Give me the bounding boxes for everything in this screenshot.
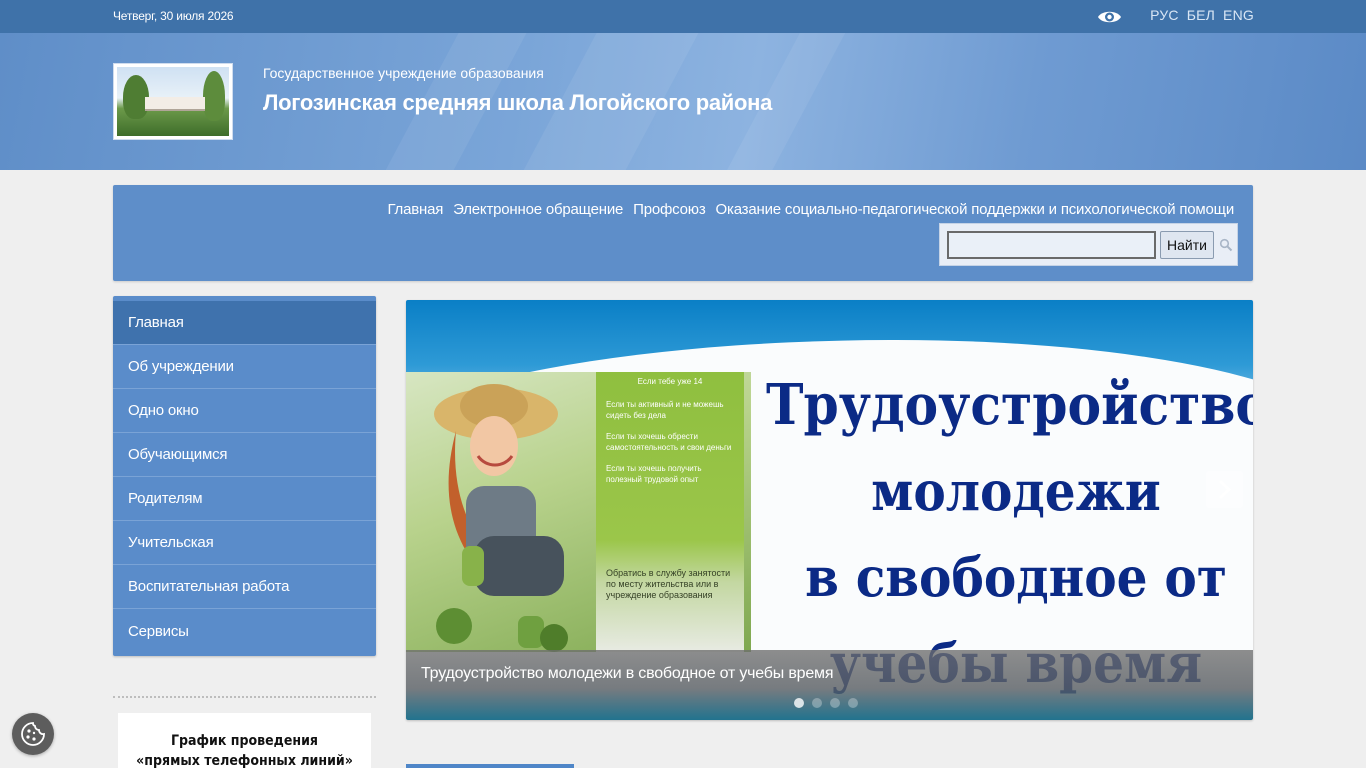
slide-photo: Если тебе уже 14 Если ты активный и не м… (406, 372, 751, 652)
slider-dot[interactable] (848, 698, 858, 708)
top-bar: Четверг, 30 июля 2026 РУС БЕЛ ENG (0, 0, 1366, 33)
panel-note: Обратись в службу занятости по месту жит… (606, 568, 731, 600)
sidebar-item-label: Воспитательная работа (128, 578, 290, 595)
nav-link-home[interactable]: Главная (387, 201, 443, 218)
panel-text-1: Если ты активный и не можешь сидеть без … (606, 400, 724, 420)
slide-caption[interactable]: Трудоустройство молодежи в свободное от … (406, 650, 1253, 720)
woman-gardening-image (434, 384, 568, 652)
panel-text-2: Если ты хочешь обрести самостоятельность… (606, 432, 732, 452)
lang-by[interactable]: БЕЛ (1187, 7, 1215, 23)
language-switcher: РУС БЕЛ ENG (1150, 7, 1254, 23)
eye-icon[interactable] (1097, 8, 1122, 26)
slider-dot[interactable] (812, 698, 822, 708)
search-icon[interactable] (1219, 238, 1233, 252)
school-logo[interactable] (113, 63, 233, 140)
panel-text-3: Если ты хочешь получить полезный трудово… (606, 464, 702, 484)
sidebar-item-label: Сервисы (128, 622, 189, 640)
lang-ru[interactable]: РУС (1150, 7, 1179, 23)
lang-en[interactable]: ENG (1223, 7, 1254, 23)
news-slider[interactable]: Если тебе уже 14 Если ты активный и не м… (406, 300, 1253, 720)
search-button[interactable]: Найти (1160, 231, 1214, 259)
sidebar-item-label: Одно окно (128, 402, 199, 419)
sidebar-item-about[interactable]: Об учреждении (113, 345, 376, 389)
main-navigation: Главная Электронное обращение Профсоюз О… (113, 185, 1253, 281)
nav-link-e-appeal[interactable]: Электронное обращение (453, 201, 623, 218)
sidebar-item-label: Родителям (128, 490, 203, 507)
sidebar-item-home[interactable]: Главная (113, 301, 376, 345)
sidebar-menu: Главная Об учреждении Одно окно Обучающи… (113, 296, 376, 656)
nav-link-trade-union[interactable]: Профсоюз (633, 201, 706, 218)
sidebar-item-label: Учительская (128, 534, 214, 551)
sidebar-item-upbringing[interactable]: Воспитательная работа (113, 565, 376, 609)
sidebar-item-parents[interactable]: Родителям (113, 477, 376, 521)
sidebar-item-teachers[interactable]: Учительская (113, 521, 376, 565)
slider-dot[interactable] (830, 698, 840, 708)
cookie-settings-button[interactable] (12, 713, 54, 755)
chevron-right-icon (1219, 480, 1232, 499)
section-tab[interactable] (406, 764, 574, 768)
slide-caption-text[interactable]: Трудоустройство молодежи в свободное от … (421, 665, 833, 683)
slide-info-panel: Если тебе уже 14 Если ты активный и не м… (596, 372, 744, 652)
search-box: Найти (939, 223, 1238, 266)
nav-link-social-support[interactable]: Оказание социально-педагогической поддер… (716, 201, 1235, 218)
sidebar-item-students[interactable]: Обучающимся (113, 433, 376, 477)
site-subtitle: Государственное учреждение образования (263, 65, 544, 81)
cookie-icon (21, 722, 45, 746)
current-date: Четверг, 30 июля 2026 (113, 9, 234, 23)
sidebar-item-label: Главная (128, 314, 184, 331)
nav-links: Главная Электронное обращение Профсоюз О… (387, 201, 1234, 218)
slider-dots (794, 698, 858, 708)
sidebar-divider (113, 696, 376, 698)
slide-headline-line: в свободное от (805, 545, 1227, 609)
hotline-schedule-banner[interactable]: График проведения «прямых телефонных лин… (118, 713, 371, 768)
slide-headline-line: Трудоустройство (766, 372, 1253, 438)
banner-line-2: «прямых телефонных линий» (136, 753, 353, 768)
banner-line-1: График проведения (170, 733, 318, 749)
site-title[interactable]: Логозинская средняя школа Логойского рай… (263, 90, 772, 116)
slider-dot[interactable] (794, 698, 804, 708)
sidebar-item-one-window[interactable]: Одно окно (113, 389, 376, 433)
sidebar-item-services[interactable]: Сервисы (113, 609, 376, 653)
site-header: Государственное учреждение образования Л… (0, 33, 1366, 170)
slide-headline-line: молодежи (871, 459, 1161, 523)
school-photo (117, 67, 229, 136)
search-input[interactable] (947, 231, 1156, 259)
sidebar-item-label: Об учреждении (128, 358, 234, 375)
sidebar-item-label: Обучающимся (128, 446, 228, 463)
slider-next-button[interactable] (1206, 471, 1243, 508)
panel-heading: Если тебе уже 14 (637, 377, 703, 386)
